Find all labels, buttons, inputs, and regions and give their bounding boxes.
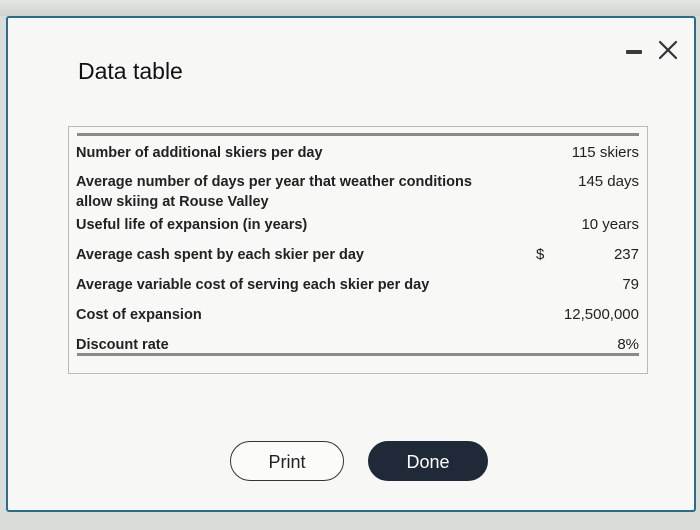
row-value: 8% <box>617 336 639 353</box>
row-value: 10 years <box>581 216 639 233</box>
row-value: 115 skiers <box>571 144 639 161</box>
row-label: Cost of expansion <box>76 307 202 323</box>
table-row: Average cash spent by each skier per day… <box>76 245 639 265</box>
row-value: 12,500,000 <box>563 306 639 323</box>
done-button[interactable]: Done <box>368 441 488 481</box>
row-label: Discount rate <box>76 337 169 353</box>
row-label: Number of additional skiers per day <box>76 145 323 161</box>
data-table: Number of additional skiers per day 115 … <box>68 126 648 374</box>
data-table-dialog: Data table Number of additional skiers p… <box>6 16 696 512</box>
table-bottom-rule <box>77 353 639 356</box>
table-top-rule <box>77 133 639 136</box>
row-label: Useful life of expansion (in years) <box>76 217 308 233</box>
table-row: Average variable cost of serving each sk… <box>76 275 639 295</box>
row-label: Average cash spent by each skier per day <box>76 247 364 263</box>
table-row: Average number of days per year that wea… <box>76 172 639 212</box>
currency-symbol: $ <box>536 246 545 263</box>
row-label: Average variable cost of serving each sk… <box>76 277 430 293</box>
table-row: Discount rate 8% <box>76 335 639 355</box>
print-button[interactable]: Print <box>230 441 344 481</box>
minimize-icon[interactable] <box>626 50 642 54</box>
row-value: 79 <box>622 276 639 293</box>
background-strip <box>0 0 700 16</box>
table-row: Number of additional skiers per day 115 … <box>76 143 639 163</box>
row-value: 237 <box>613 246 639 263</box>
table-row: Cost of expansion 12,500,000 <box>76 305 639 325</box>
table-row: Useful life of expansion (in years) 10 y… <box>76 215 639 235</box>
row-value: 145 days <box>578 173 639 190</box>
row-label: Average number of days per year that wea… <box>76 174 472 210</box>
close-icon[interactable] <box>656 38 680 62</box>
dialog-title: Data table <box>78 58 183 84</box>
